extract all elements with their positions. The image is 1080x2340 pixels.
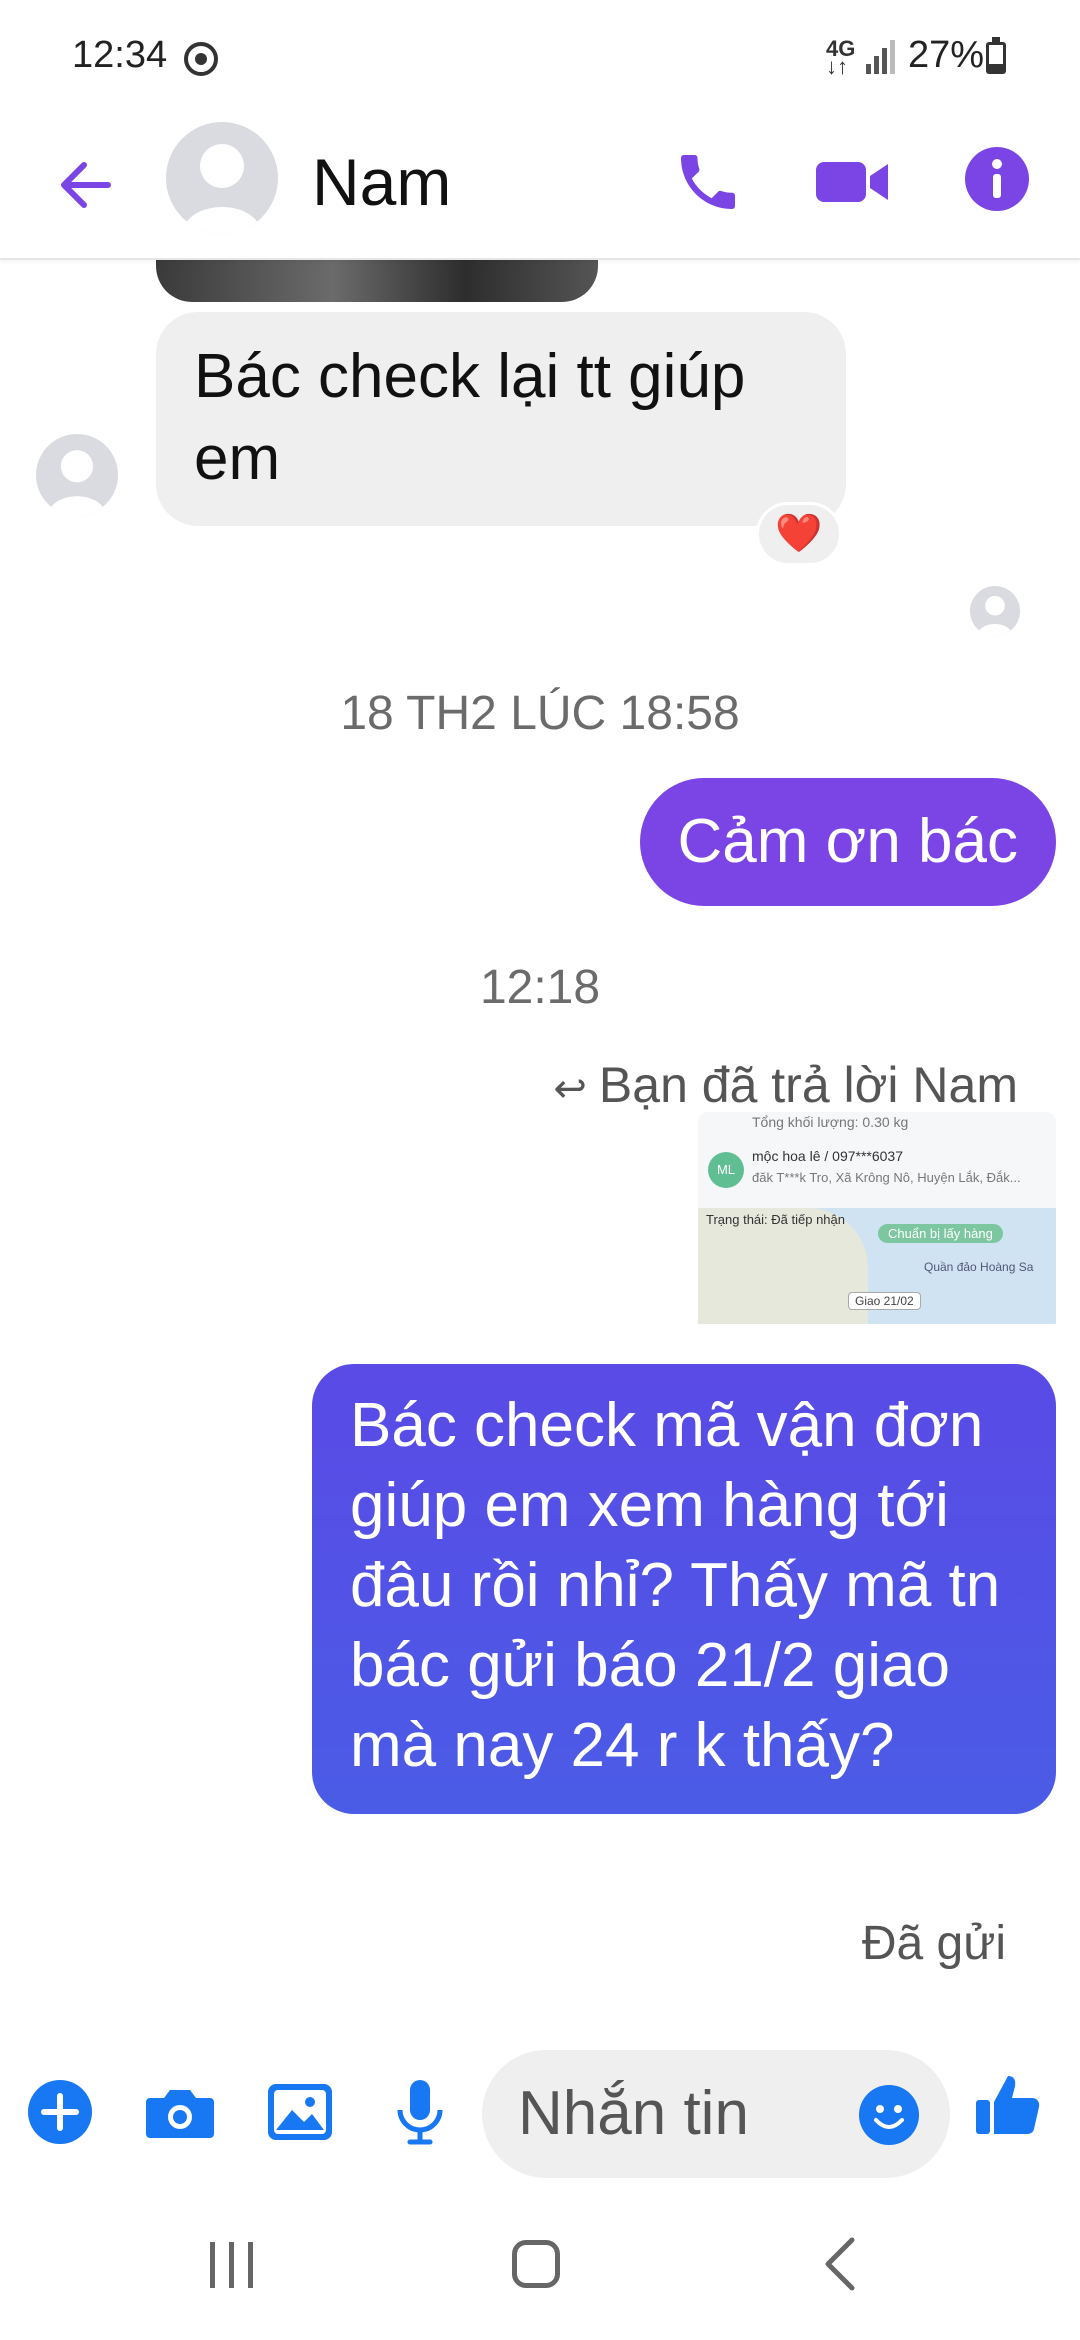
battery-percent: 27% (908, 34, 985, 76)
emoji-icon[interactable] (858, 2084, 920, 2146)
quoted-address: đăk T***k Tro, Xã Krông Nô, Huyện Lắk, Đ… (752, 1170, 1021, 1185)
contact-avatar[interactable] (166, 122, 278, 234)
home-icon[interactable] (512, 2240, 560, 2288)
system-nav-bar (0, 2200, 1080, 2340)
phone-icon[interactable] (672, 146, 744, 218)
status-time: 12:34 (72, 34, 168, 76)
signal-icon (866, 40, 896, 74)
video-camera-icon[interactable] (812, 146, 892, 218)
battery-icon (986, 37, 1006, 74)
image-icon[interactable] (262, 2074, 338, 2150)
quoted-islands: Quần đảo Hoàng Sa (924, 1260, 1034, 1274)
heart-reaction[interactable]: ❤️ (756, 502, 842, 566)
quoted-avatar: ML (708, 1152, 744, 1188)
sender-avatar[interactable] (36, 434, 118, 516)
quoted-chip: Chuẩn bị lấy hàng (878, 1224, 1003, 1243)
message-list[interactable]: Bác check lại tt giúp em ❤️ 18 TH2 LÚC 1… (0, 260, 1080, 2020)
outgoing-message[interactable]: Cảm ơn bác (639, 778, 1056, 906)
message-composer: Nhắn tin (0, 2040, 1080, 2190)
info-icon[interactable] (964, 146, 1030, 212)
seen-indicator-avatar (970, 586, 1020, 636)
outgoing-message[interactable]: Bác check mã vận đơn giúp em xem hàng tớ… (312, 1364, 1056, 1814)
recent-apps-icon[interactable] (208, 2242, 256, 2288)
incoming-message[interactable]: Bác check lại tt giúp em (156, 312, 846, 526)
sync-icon (184, 42, 218, 76)
plus-icon[interactable] (22, 2074, 98, 2150)
message-input[interactable]: Nhắn tin (482, 2050, 950, 2178)
network-type: 4G ↓↑ (826, 36, 856, 79)
status-bar: 12:34 4G ↓↑ 27% (0, 0, 1080, 110)
microphone-icon[interactable] (382, 2074, 458, 2150)
camera-icon[interactable] (142, 2074, 218, 2150)
contact-name[interactable]: Nam (312, 144, 451, 220)
sent-status: Đã gửi (861, 1917, 1006, 1970)
back-arrow-icon[interactable] (50, 150, 120, 220)
timestamp-divider: 18 TH2 LÚC 18:58 (340, 687, 740, 740)
previous-image-attachment[interactable] (156, 260, 598, 302)
reply-arrow-icon: ↩ (553, 1067, 587, 1111)
quoted-sender: mộc hoa lê / 097***6037 (752, 1148, 903, 1164)
reply-indicator: ↩ Bạn đã trả lời Nam (553, 1056, 1018, 1114)
thumbs-up-icon[interactable] (972, 2070, 1044, 2142)
quoted-weight: Tổng khối lượng: 0.30 kg (752, 1114, 909, 1130)
quoted-delivery: Giao 21/02 (848, 1292, 921, 1310)
quoted-image-preview[interactable]: Tổng khối lượng: 0.30 kg ML mộc hoa lê /… (698, 1112, 1056, 1324)
chat-header: Nam (0, 110, 1080, 260)
timestamp-divider: 12:18 (479, 961, 601, 1014)
reply-label-text: Bạn đã trả lời Nam (598, 1057, 1018, 1113)
quoted-status: Trạng thái: Đã tiếp nhận (706, 1212, 845, 1227)
message-input-placeholder: Nhắn tin (518, 2079, 749, 2148)
back-icon[interactable] (820, 2236, 860, 2292)
